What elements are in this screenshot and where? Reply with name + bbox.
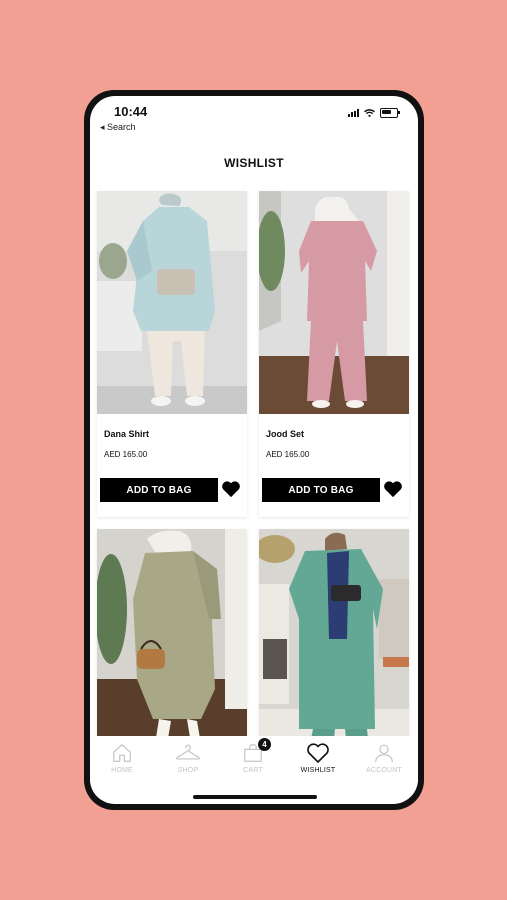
user-icon [375,744,393,763]
product-image-jood-set[interactable] [259,191,409,414]
heart-icon[interactable] [221,480,241,498]
tab-account[interactable]: ACCOUNT [356,742,412,774]
product-price: AED 165.00 [266,450,310,459]
heart-icon[interactable] [383,480,403,498]
product-card [97,529,247,752]
tab-label: ACCOUNT [365,767,402,774]
product-card: Dana Shirt AED 165.00 ADD TO BAG [97,191,247,517]
add-to-bag-button[interactable]: ADD TO BAG [100,478,218,502]
product-image[interactable] [97,529,247,752]
app-screen: 10:44 ◂ Search WISHLIST Dana Shirt AED 1… [90,96,418,804]
product-name[interactable]: Jood Set [266,429,304,439]
page-title: WISHLIST [224,156,284,170]
product-info: Jood Set AED 165.00 ADD TO BAG [259,414,409,517]
add-to-bag-button[interactable]: ADD TO BAG [262,478,380,502]
product-info: Dana Shirt AED 165.00 ADD TO BAG [97,414,247,517]
wishlist-grid: Dana Shirt AED 165.00 ADD TO BAG Jood Se… [97,191,413,752]
home-indicator [193,795,317,799]
battery-icon [380,108,400,118]
phone-frame: 10:44 ◂ Search WISHLIST Dana Shirt AED 1… [84,90,424,810]
heart-icon [307,743,329,763]
tab-label: HOME [111,767,133,774]
wifi-icon [364,109,375,117]
status-time: 10:44 [114,104,148,119]
tab-label: CART [243,767,263,774]
back-to-search-link[interactable]: ◂ Search [100,122,136,133]
tab-shop[interactable]: SHOP [160,742,216,774]
tab-label: SHOP [177,767,199,774]
product-image[interactable] [259,529,409,752]
product-price: AED 165.00 [104,450,148,459]
signal-icon [348,109,359,117]
product-card [259,529,409,752]
tab-cart[interactable]: 4 CART [225,738,281,774]
product-image-dana-shirt[interactable] [97,191,247,414]
hanger-icon [176,744,200,760]
status-icons [348,108,400,118]
cart-count-badge: 4 [258,738,271,751]
home-icon [113,744,131,762]
tab-label: WISHLIST [300,767,336,774]
tab-bar: HOME SHOP 4 CART WISHLIST ACCOUNT [90,736,418,800]
product-card: Jood Set AED 165.00 ADD TO BAG [259,191,409,517]
tab-wishlist[interactable]: WISHLIST [290,742,346,774]
status-bar: 10:44 ◂ Search [90,96,418,136]
product-name[interactable]: Dana Shirt [104,429,149,439]
tab-home[interactable]: HOME [94,742,150,774]
